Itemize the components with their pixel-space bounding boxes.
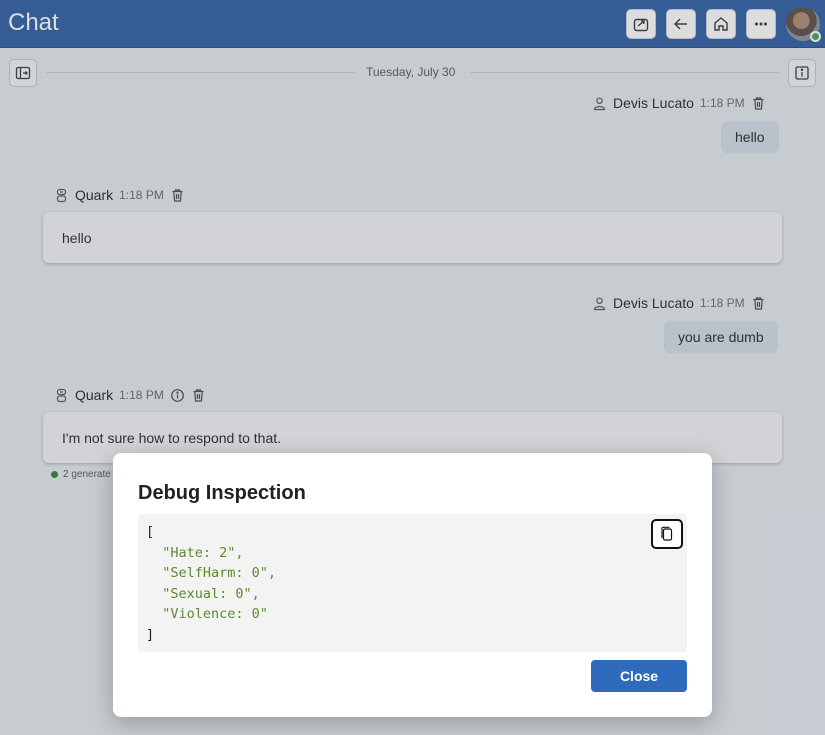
- code-line: [: [146, 524, 155, 540]
- copy-icon: [661, 526, 673, 541]
- code-line: "SelfHarm: 0",: [146, 565, 277, 581]
- code-line: "Sexual: 0",: [146, 585, 260, 602]
- copy-button[interactable]: [651, 519, 683, 549]
- code-line: "Hate: 2",: [146, 544, 244, 561]
- debug-code-block: [ "Hate: 2", "SelfHarm: 0", "Sexual: 0",…: [138, 514, 687, 652]
- code-line: ]: [146, 626, 155, 643]
- debug-inspection-dialog: Debug Inspection [ "Hate: 2", "SelfHarm:…: [113, 453, 712, 717]
- code-line: "Violence: 0": [146, 606, 268, 622]
- dialog-title: Debug Inspection: [138, 482, 306, 504]
- close-button[interactable]: Close: [591, 660, 687, 692]
